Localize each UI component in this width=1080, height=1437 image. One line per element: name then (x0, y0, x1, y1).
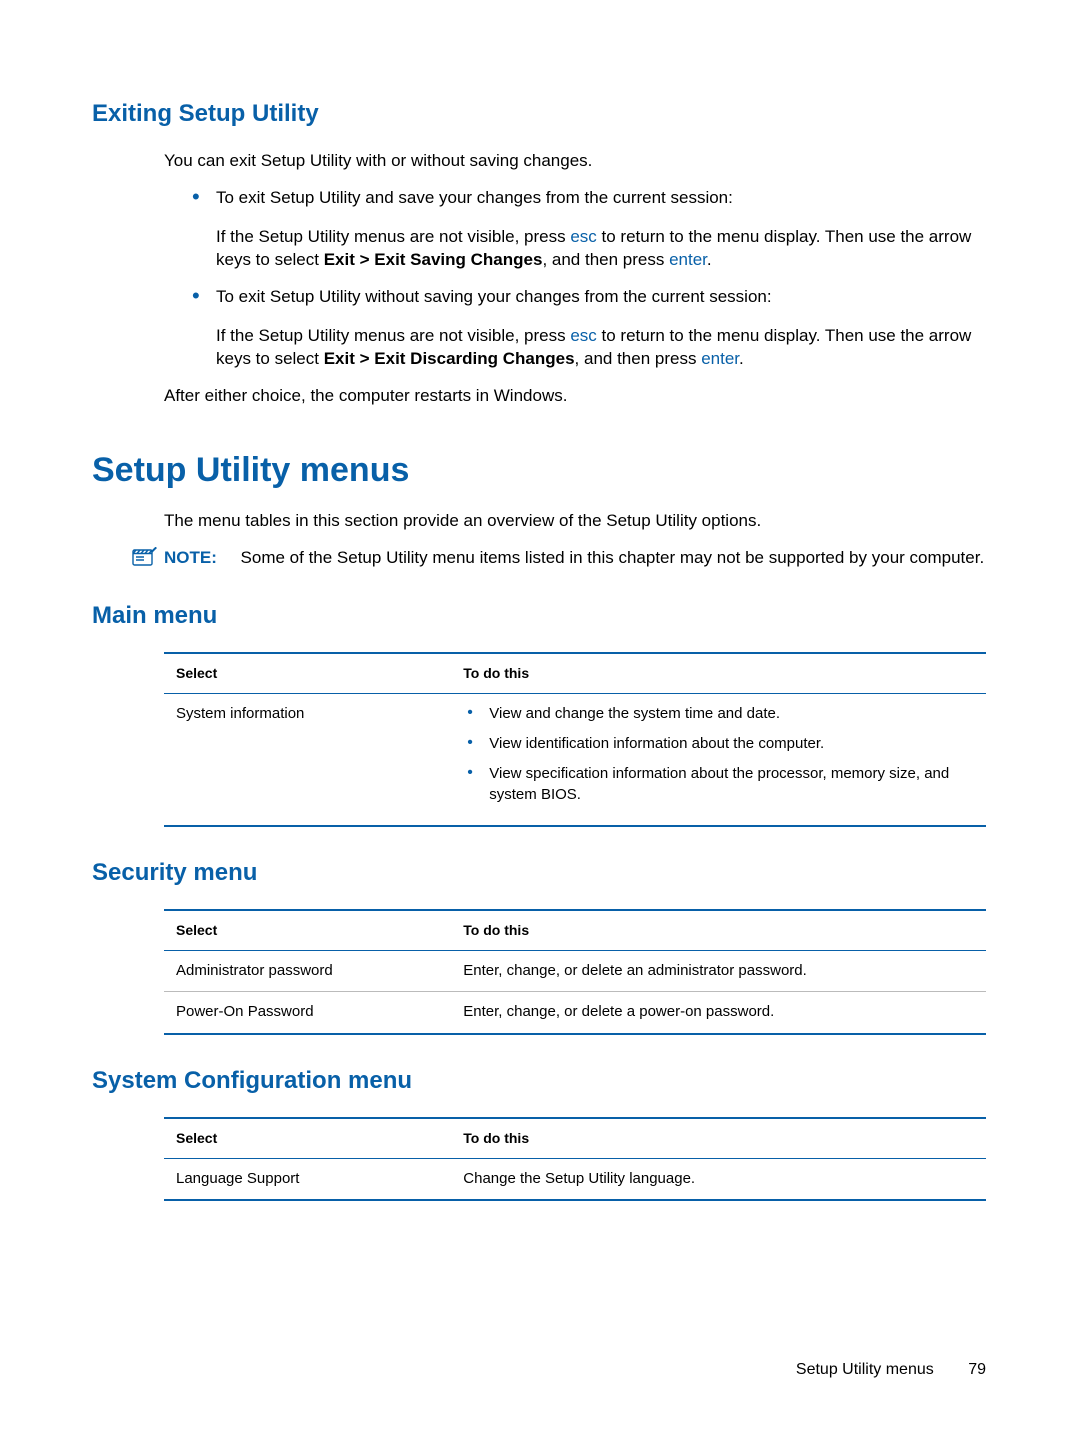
footer-page-number: 79 (968, 1361, 986, 1378)
cell-select: Power-On Password (176, 1002, 463, 1022)
note-sep (222, 548, 236, 567)
note-text: Some of the Setup Utility menu items lis… (241, 548, 985, 567)
sysconfig-menu-table: Select To do this Language Support Chang… (164, 1117, 986, 1201)
table-row: Language Support Change the Setup Utilit… (164, 1159, 986, 1199)
exit-discard-lead: To exit Setup Utility without saving you… (216, 287, 772, 306)
security-menu-table: Select To do this Administrator password… (164, 909, 986, 1034)
main-menu-table: Select To do this System information Vie… (164, 652, 986, 827)
menus-intro: The menu tables in this section provide … (164, 510, 986, 533)
cell-select: Language Support (176, 1169, 463, 1189)
table-row: Power-On Password Enter, change, or dele… (164, 991, 986, 1032)
col-todo-header: To do this (463, 664, 974, 683)
exiting-bullets: To exit Setup Utility and save your chan… (164, 187, 986, 371)
menus-intro-wrap: The menu tables in this section provide … (92, 510, 986, 533)
exit-discard-item: To exit Setup Utility without saving you… (192, 286, 986, 371)
exiting-intro: You can exit Setup Utility with or witho… (164, 150, 986, 173)
cell-select: Administrator password (176, 961, 463, 981)
list-item: View and change the system time and date… (463, 704, 974, 724)
exit-save-item: To exit Setup Utility and save your chan… (192, 187, 986, 272)
exit-save-path: Exit > Exit Saving Changes (324, 250, 543, 269)
cell-todo: Enter, change, or delete an administrato… (463, 961, 974, 981)
cell-todo: View and change the system time and date… (463, 704, 974, 815)
note-icon (132, 547, 158, 569)
enter-key: enter (669, 250, 707, 269)
exit-save-lead: To exit Setup Utility and save your chan… (216, 188, 733, 207)
exiting-after: After either choice, the computer restar… (164, 385, 986, 408)
col-select-header: Select (176, 1129, 463, 1148)
exit-save-detail: If the Setup Utility menus are not visib… (216, 226, 986, 272)
esc-key: esc (570, 227, 596, 246)
note-label: NOTE: (164, 548, 217, 567)
list-item: View identification information about th… (463, 734, 974, 754)
table-header-row: Select To do this (164, 1119, 986, 1159)
footer-section: Setup Utility menus (796, 1361, 934, 1378)
heading-exiting: Exiting Setup Utility (92, 98, 986, 130)
sysinfo-list: View and change the system time and date… (463, 704, 974, 805)
heading-security-menu: Security menu (92, 857, 986, 889)
exit-discard-path: Exit > Exit Discarding Changes (324, 349, 575, 368)
esc-key: esc (570, 326, 596, 345)
col-select-header: Select (176, 921, 463, 940)
cell-select: System information (176, 704, 463, 815)
col-select-header: Select (176, 664, 463, 683)
col-todo-header: To do this (463, 921, 974, 940)
note-block: NOTE: Some of the Setup Utility menu ite… (92, 547, 986, 570)
table-row: System information View and change the s… (164, 694, 986, 825)
heading-main-menu: Main menu (92, 600, 986, 632)
table-header-row: Select To do this (164, 911, 986, 951)
list-item: View specification information about the… (463, 764, 974, 805)
exiting-body: You can exit Setup Utility with or witho… (92, 150, 986, 408)
col-todo-header: To do this (463, 1129, 974, 1148)
heading-setup-menus: Setup Utility menus (92, 448, 986, 494)
cell-todo: Change the Setup Utility language. (463, 1169, 974, 1189)
exit-discard-detail: If the Setup Utility menus are not visib… (216, 325, 986, 371)
table-header-row: Select To do this (164, 654, 986, 694)
enter-key: enter (701, 349, 739, 368)
page-footer: Setup Utility menus 79 (796, 1359, 986, 1381)
table-row: Administrator password Enter, change, or… (164, 951, 986, 991)
heading-sysconfig-menu: System Configuration menu (92, 1065, 986, 1097)
cell-todo: Enter, change, or delete a power-on pass… (463, 1002, 974, 1022)
